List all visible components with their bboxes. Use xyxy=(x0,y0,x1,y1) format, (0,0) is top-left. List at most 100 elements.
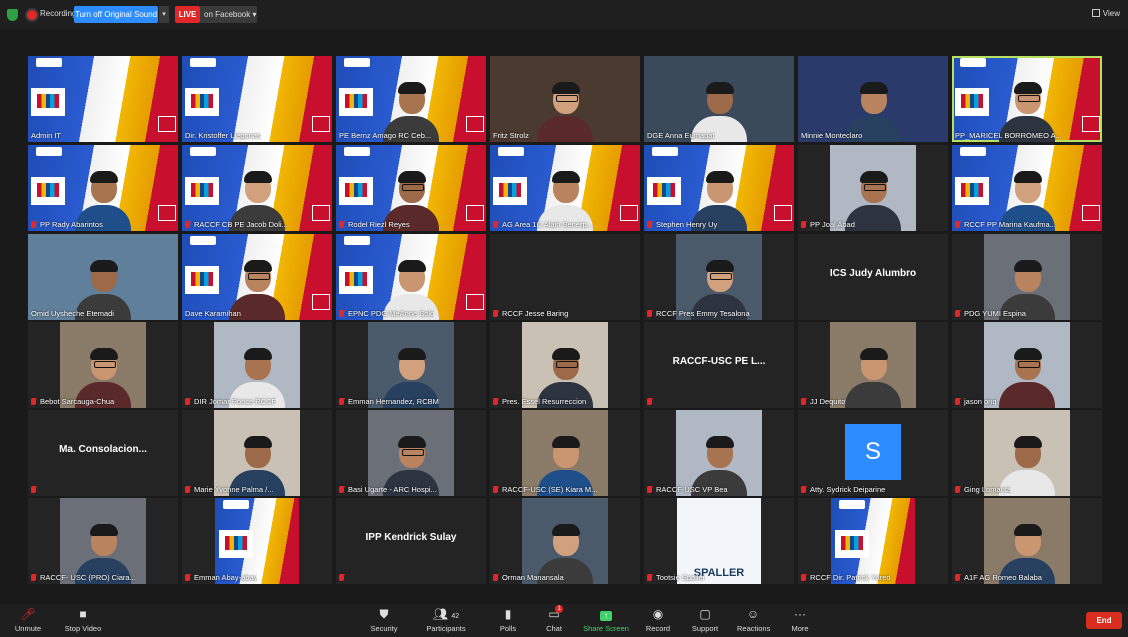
reactions-button[interactable]: ☺︎ Reactions xyxy=(737,607,771,633)
participant-tile[interactable]: RCCF Dir. Patrick Yared xyxy=(798,498,948,584)
participant-tile[interactable]: Dave Karamihan xyxy=(182,234,332,320)
participant-tile[interactable]: Dir. Kristoffer Llegunas xyxy=(182,56,332,142)
muted-mic-icon xyxy=(955,310,960,317)
ellipsis-icon: ··· xyxy=(794,607,806,621)
participant-tile[interactable]: PP_MARICEL BORROMEO A... xyxy=(952,56,1102,142)
participant-tile[interactable]: SPALLER Tootsie Spaller xyxy=(644,498,794,584)
participant-tile[interactable]: RACCF-USC VP Bea xyxy=(644,410,794,496)
bar-chart-icon: ▮ xyxy=(504,607,512,621)
participant-avatar: S xyxy=(845,424,901,480)
participant-tile[interactable]: Pres. Essel Resurreccion xyxy=(490,322,640,408)
participant-tile[interactable]: Fritz Strolz xyxy=(490,56,640,142)
participant-name: RACCF-USC (SE) Kiara M... xyxy=(493,485,597,494)
security-button[interactable]: ⛊ Security xyxy=(368,607,400,633)
participant-tile[interactable]: RACCF-USC (SE) Kiara M... xyxy=(490,410,640,496)
participant-tile[interactable]: IPP Kendrick Sulay xyxy=(336,498,486,584)
live-target-dropdown[interactable]: on Facebook ▾ xyxy=(200,6,257,23)
record-icon: ◉ xyxy=(652,607,664,621)
muted-mic-icon xyxy=(31,574,36,581)
participant-display-name: Ma. Consolacion... xyxy=(59,444,147,455)
muted-mic-icon xyxy=(801,486,806,493)
participant-video xyxy=(845,348,901,408)
muted-mic-icon xyxy=(185,398,190,405)
participant-video xyxy=(522,410,608,496)
participant-tile[interactable]: Admin IT xyxy=(28,56,178,142)
participant-tile[interactable]: RCCF Pres Emmy Tesalona xyxy=(644,234,794,320)
end-polio-logo-icon xyxy=(312,205,330,221)
participant-tile[interactable]: Stephen Henry Uy xyxy=(644,145,794,231)
record-button[interactable]: ◉ Record xyxy=(645,607,671,633)
muted-mic-icon xyxy=(493,221,498,228)
participant-tile[interactable]: JJ Dequito xyxy=(798,322,948,408)
participant-video xyxy=(830,145,916,231)
participant-tile[interactable]: Emman Abay-abay xyxy=(182,498,332,584)
participant-tile[interactable]: Ging Lomanta xyxy=(952,410,1102,496)
muted-mic-icon xyxy=(647,486,652,493)
participant-name: Orman Manansala xyxy=(493,573,564,582)
participant-tile[interactable]: Rodel Riezl Reyes xyxy=(336,145,486,231)
participant-tile[interactable]: EPNC PDG MeAnne Solo xyxy=(336,234,486,320)
participant-tile[interactable]: Bebot Sarcauga-Chua xyxy=(28,322,178,408)
participant-tile[interactable]: Omid Uysheche Etemadi xyxy=(28,234,178,320)
participant-name: PP Rady Abarintos xyxy=(31,220,103,229)
participant-tile[interactable]: RACCF-USC PE L... xyxy=(644,322,794,408)
share-screen-button[interactable]: ↑ Share Screen xyxy=(583,607,629,633)
reactions-label: Reactions xyxy=(737,624,771,633)
participant-tile[interactable]: PDG YUMI Espina xyxy=(952,234,1102,320)
muted-mic-icon xyxy=(339,486,344,493)
turn-off-original-sound-button[interactable]: Turn off Original Sound xyxy=(74,6,158,23)
participant-tile[interactable]: DIR Jomar Ponce RCCF xyxy=(182,322,332,408)
participant-tile[interactable]: ICS Judy Alumbro xyxy=(798,234,948,320)
muted-mic-icon xyxy=(339,574,344,581)
more-button[interactable]: ··· More xyxy=(788,607,812,633)
participant-tile[interactable]: PP Rady Abarintos xyxy=(28,145,178,231)
unmute-button[interactable]: 🎤︎ Unmute xyxy=(12,607,44,633)
participant-tile[interactable]: Orman Manansala xyxy=(490,498,640,584)
participant-tile[interactable]: AG Area 1C Alain Senerp... xyxy=(490,145,640,231)
video-camera-icon: ■ xyxy=(79,607,87,621)
participant-tile[interactable]: S Atty. Sydrick Deiparine xyxy=(798,410,948,496)
security-shield-icon[interactable] xyxy=(7,9,18,21)
participant-tile[interactable]: Marie Yvonne Palma /... xyxy=(182,410,332,496)
participants-label: Participants xyxy=(426,624,466,633)
participant-display-name: RACCF-USC PE L... xyxy=(672,356,766,367)
muted-mic-icon xyxy=(955,221,960,228)
support-button[interactable]: ▢ Support xyxy=(690,607,720,633)
view-label: View xyxy=(1102,9,1120,18)
participant-tile[interactable]: Ma. Consolacion... xyxy=(28,410,178,496)
participant-name xyxy=(31,485,40,494)
sound-options-dropdown[interactable]: ▾ xyxy=(159,6,169,23)
participant-tile[interactable]: PP Joal Abad xyxy=(798,145,948,231)
rotary-logo-icon xyxy=(498,147,524,156)
muted-mic-icon xyxy=(339,221,344,228)
participant-name: Minnie Monteclaro xyxy=(801,131,863,140)
participant-tile[interactable]: Basi Ugarte - ARC Hospi... xyxy=(336,410,486,496)
participant-tile[interactable]: RCCF PP Marina Kaufma... xyxy=(952,145,1102,231)
live-badge[interactable]: LIVE xyxy=(175,6,200,23)
rotary-banner xyxy=(339,177,373,205)
recording-icon xyxy=(27,10,37,20)
participant-tile[interactable]: RACCF CB PE Jacob Doli... xyxy=(182,145,332,231)
participant-tile[interactable]: RACCF- USC (PRO) Ciara... xyxy=(28,498,178,584)
participant-tile[interactable]: jason ong xyxy=(952,322,1102,408)
chat-label: Chat xyxy=(546,624,562,633)
unmute-label: Unmute xyxy=(14,624,42,633)
stop-video-button[interactable]: ■ Stop Video xyxy=(64,607,102,633)
end-meeting-button[interactable]: End xyxy=(1086,612,1122,629)
rotary-logo-icon xyxy=(190,147,216,156)
muted-mic-icon xyxy=(801,574,806,581)
polls-button[interactable]: ▮ Polls xyxy=(496,607,520,633)
end-polio-logo-icon xyxy=(466,205,484,221)
participants-button[interactable]: 👥︎ 42 Participants xyxy=(424,607,468,633)
participant-tile[interactable]: Minnie Monteclaro xyxy=(798,56,948,142)
view-button[interactable]: View xyxy=(1091,9,1120,18)
participant-name: PDG YUMI Espina xyxy=(955,309,1026,318)
participants-icon: 👥︎ 42 xyxy=(432,607,460,621)
participant-tile[interactable]: Emman Hernandez, RCBM xyxy=(336,322,486,408)
participant-tile[interactable]: DGE Anna Eumagat xyxy=(644,56,794,142)
rotary-virtual-background xyxy=(215,498,299,584)
chat-button[interactable]: ▭ 1 Chat xyxy=(542,605,566,633)
participant-tile[interactable]: RCCF Jesse Baring xyxy=(490,234,640,320)
participant-tile[interactable]: A1F AG Romeo Balaba xyxy=(952,498,1102,584)
participant-tile[interactable]: PE Bernz Amago RC Ceb... xyxy=(336,56,486,142)
